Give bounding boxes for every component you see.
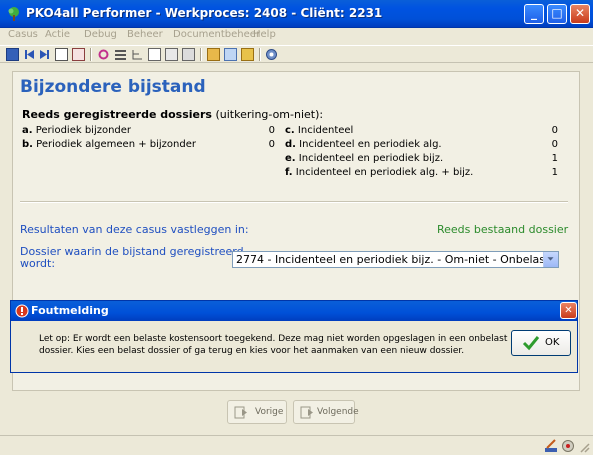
section-title-suffix: (uitkering-om-niet): [211, 108, 324, 121]
next-label: Volgende [317, 407, 359, 417]
tree-icon[interactable] [131, 48, 144, 61]
last-record-icon[interactable] [38, 48, 51, 61]
row-letter: b. [22, 139, 33, 150]
list-item: f. Incidenteel en periodiek alg. + bijz. [285, 167, 473, 178]
error-dialog: Foutmelding ✕ Let op: Er wordt een belas… [10, 300, 578, 373]
checkmark-icon [522, 336, 540, 351]
ok-label: OK [545, 337, 560, 348]
dossier-label-line2: wordt: [20, 257, 56, 270]
row-label: Periodiek algemeen + bijzonder [36, 139, 196, 150]
maximize-button[interactable]: □ [547, 4, 567, 24]
menu-actie[interactable]: Actie [45, 29, 70, 40]
save-icon[interactable] [6, 48, 19, 61]
settings-icon[interactable] [265, 48, 278, 61]
section-title: Reeds geregistreerde dossiers (uitkering… [22, 108, 323, 121]
prev-label: Vorige [255, 407, 284, 417]
menu-bar: Casus Actie Debug Beheer Documentbeheer … [0, 28, 593, 45]
results-label: Resultaten van deze casus vastleggen in: [20, 223, 249, 236]
document-icon[interactable] [148, 48, 161, 61]
toolbar [0, 45, 593, 63]
list-item: d. Incidenteel en periodiek alg. [285, 139, 442, 150]
tree-app-icon [8, 7, 19, 21]
row-label: Periodiek bijzonder [35, 125, 132, 136]
next-button[interactable]: Volgende [293, 400, 359, 424]
export-icon[interactable] [207, 48, 220, 61]
edit-icon[interactable] [72, 48, 85, 61]
row-label: Incidenteel en periodiek alg. + bijz. [295, 167, 474, 178]
row-letter: c. [285, 125, 295, 136]
edit-pen-icon[interactable] [544, 439, 558, 453]
dialog-message: Let op: Er wordt een belaste kostensoort… [39, 334, 508, 356]
status-bar [0, 435, 593, 455]
row-label: Incidenteel en periodiek alg. [299, 139, 442, 150]
list-item: e. Incidenteel en periodiek bijz. [285, 153, 443, 164]
divider [20, 201, 568, 203]
results-value: Reeds bestaand dossier [437, 223, 569, 236]
menu-casus[interactable]: Casus [8, 29, 38, 40]
section-title-bold: Reeds geregistreerde dossiers [22, 108, 212, 121]
row-count: 1 [551, 167, 558, 178]
list-icon[interactable] [114, 48, 127, 61]
chevron-down-icon[interactable] [543, 252, 558, 267]
window-title: PKO4all Performer - Werkproces: 2408 - C… [26, 6, 383, 20]
gear-icon[interactable] [561, 439, 575, 453]
dialog-close-button[interactable]: ✕ [560, 302, 577, 319]
list-item: c. Incidenteel [285, 125, 353, 136]
arrow-right-icon [300, 406, 313, 419]
list-item: b. Periodiek algemeen + bijzonder [22, 139, 196, 150]
row-count: 1 [551, 153, 558, 164]
row-label: Incidenteel [297, 125, 354, 136]
page-title: Bijzondere bijstand [20, 77, 206, 97]
dialog-title: Foutmelding [31, 304, 109, 317]
error-icon [15, 304, 29, 318]
window-titlebar[interactable]: PKO4all Performer - Werkproces: 2408 - C… [0, 0, 593, 28]
prev-button[interactable]: Vorige [227, 400, 287, 424]
row-count: 0 [268, 125, 275, 136]
dialog-titlebar[interactable]: Foutmelding ✕ [11, 301, 577, 321]
copy-icon[interactable] [55, 48, 68, 61]
menu-help[interactable]: Help [253, 29, 276, 40]
arrow-left-icon [234, 406, 247, 419]
row-letter: a. [22, 125, 33, 136]
resize-grip-icon[interactable] [578, 441, 590, 453]
import-icon[interactable] [224, 48, 237, 61]
row-letter: e. [285, 153, 296, 164]
refresh-icon[interactable] [97, 48, 110, 61]
row-letter: d. [285, 139, 296, 150]
ok-button[interactable]: OK [511, 330, 571, 356]
report-icon[interactable] [165, 48, 178, 61]
row-label: Incidenteel en periodiek bijz. [298, 153, 444, 164]
close-button[interactable]: ✕ [570, 4, 590, 24]
upload-icon[interactable] [241, 48, 254, 61]
menu-debug[interactable]: Debug [84, 29, 117, 40]
stack-icon[interactable] [182, 48, 195, 61]
dossier-select[interactable]: 2774 - Incidenteel en periodiek bijz. - … [232, 251, 559, 268]
row-letter: f. [285, 167, 293, 178]
row-count: 0 [551, 139, 558, 150]
minimize-button[interactable]: _ [524, 4, 544, 24]
dossier-selected-value: 2774 - Incidenteel en periodiek bijz. - … [236, 253, 550, 266]
menu-beheer[interactable]: Beheer [127, 29, 163, 40]
first-record-icon[interactable] [23, 48, 36, 61]
menu-documentbeheer[interactable]: Documentbeheer [173, 29, 260, 40]
row-count: 0 [551, 125, 558, 136]
row-count: 0 [268, 139, 275, 150]
list-item: a. Periodiek bijzonder [22, 125, 131, 136]
